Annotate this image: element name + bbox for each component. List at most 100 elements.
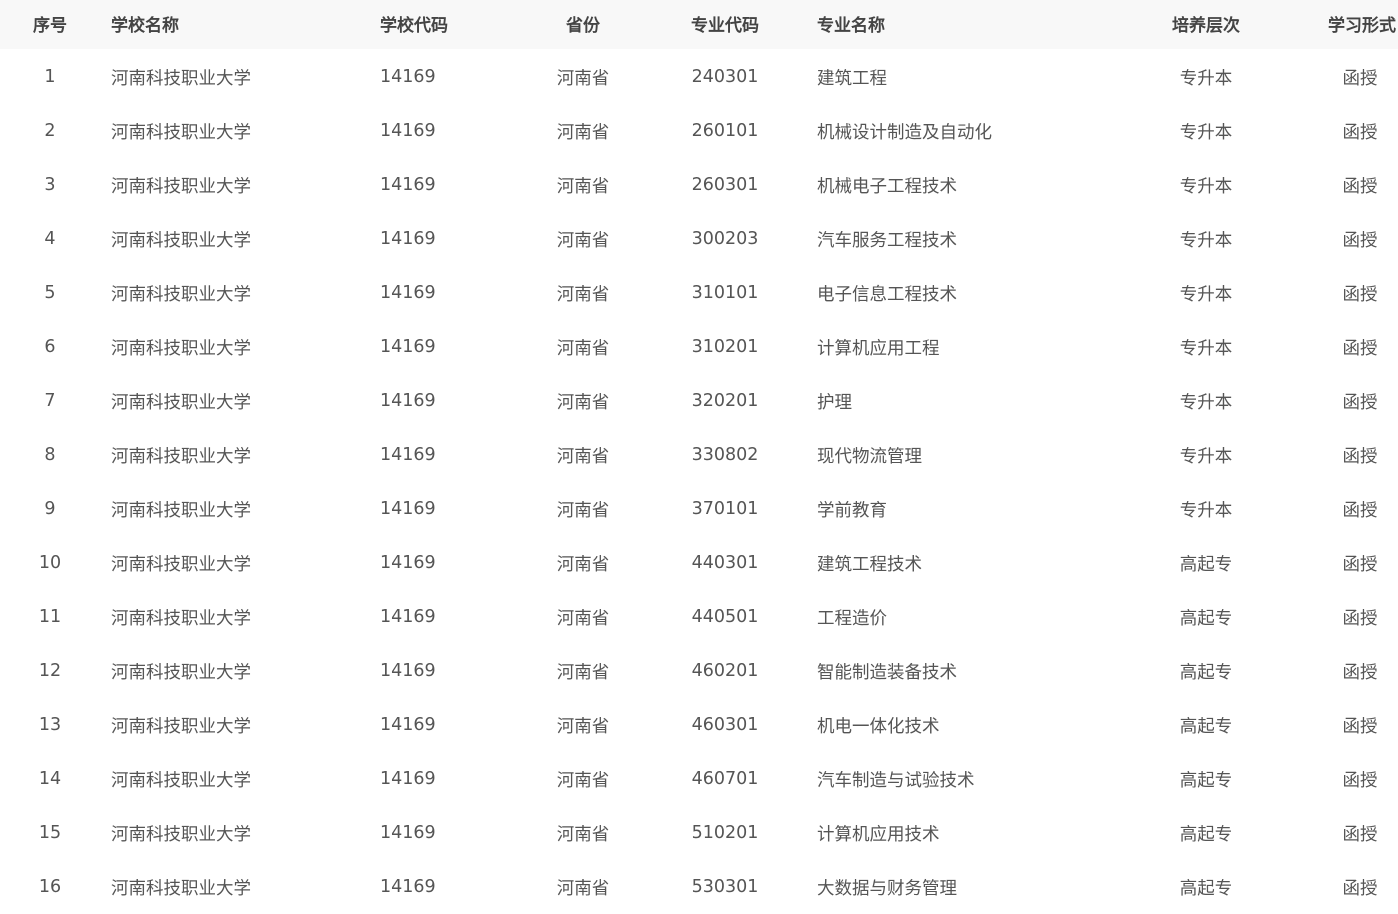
cell-level: 高起专: [1179, 824, 1233, 845]
cell-school-name: 河南科技职业大学: [111, 392, 251, 413]
cell-school-code: 14169: [380, 823, 436, 843]
cell-study-form: 函授: [1342, 824, 1378, 845]
cell-major-code: 310201: [691, 337, 759, 357]
table-row: 3 河南科技职业大学 14169 河南省 260301 机械电子工程技术 专升本 函授: [0, 158, 1398, 212]
table-row: 11 河南科技职业大学 14169 河南省 440501 工程造价 高起专 函授: [0, 590, 1398, 644]
cell-study-form: 函授: [1342, 176, 1378, 197]
cell-school-name: 河南科技职业大学: [111, 230, 251, 251]
cell-study-form: 函授: [1342, 608, 1378, 629]
cell-major-code: 330802: [691, 445, 759, 465]
cell-major-code: 530301: [691, 877, 759, 897]
header-major-code: 专业代码: [691, 16, 759, 36]
cell-index: 2: [44, 121, 56, 141]
cell-school-code: 14169: [380, 391, 436, 411]
cell-level: 高起专: [1179, 554, 1233, 575]
cell-major-code: 310101: [691, 283, 759, 303]
cell-school-code: 14169: [380, 121, 436, 141]
cell-province: 河南省: [556, 554, 610, 575]
cell-major-code: 460701: [691, 769, 759, 789]
cell-level: 高起专: [1179, 716, 1233, 737]
cell-school-code: 14169: [380, 715, 436, 735]
cell-study-form: 函授: [1342, 662, 1378, 683]
cell-study-form: 函授: [1342, 122, 1378, 143]
cell-school-code: 14169: [380, 67, 436, 87]
cell-province: 河南省: [556, 716, 610, 737]
cell-major-name: 学前教育: [817, 500, 887, 521]
cell-level: 专升本: [1179, 68, 1233, 89]
cell-study-form: 函授: [1342, 392, 1378, 413]
header-level: 培养层次: [1172, 16, 1240, 36]
cell-level: 专升本: [1179, 284, 1233, 305]
cell-major-name: 工程造价: [817, 608, 887, 629]
cell-school-name: 河南科技职业大学: [111, 662, 251, 683]
cell-major-name: 机电一体化技术: [817, 716, 940, 737]
cell-study-form: 函授: [1342, 770, 1378, 791]
cell-index: 7: [44, 391, 56, 411]
table-row: 5 河南科技职业大学 14169 河南省 310101 电子信息工程技术 专升本 函授: [0, 266, 1398, 320]
cell-study-form: 函授: [1342, 284, 1378, 305]
cell-school-name: 河南科技职业大学: [111, 68, 251, 89]
cell-major-name: 护理: [817, 392, 852, 413]
cell-school-name: 河南科技职业大学: [111, 446, 251, 467]
cell-level: 专升本: [1179, 176, 1233, 197]
header-school-name: 学校名称: [111, 16, 179, 36]
cell-major-code: 460201: [691, 661, 759, 681]
table-body: 1 河南科技职业大学 14169 河南省 240301 建筑工程 专升本 函授 2 河南科技职业大…: [0, 49, 1398, 914]
cell-major-code: 300203: [691, 229, 759, 249]
table-row: 4 河南科技职业大学 14169 河南省 300203 汽车服务工程技术 专升本 函授: [0, 212, 1398, 266]
cell-school-name: 河南科技职业大学: [111, 500, 251, 521]
cell-school-name: 河南科技职业大学: [111, 176, 251, 197]
cell-school-name: 河南科技职业大学: [111, 554, 251, 575]
cell-major-code: 260101: [691, 121, 759, 141]
cell-major-code: 320201: [691, 391, 759, 411]
cell-major-name: 计算机应用工程: [817, 338, 940, 359]
cell-school-code: 14169: [380, 877, 436, 897]
cell-major-name: 建筑工程技术: [817, 554, 922, 575]
cell-major-code: 510201: [691, 823, 759, 843]
cell-major-code: 370101: [691, 499, 759, 519]
cell-index: 8: [44, 445, 56, 465]
cell-school-code: 14169: [380, 175, 436, 195]
cell-province: 河南省: [556, 284, 610, 305]
cell-index: 3: [44, 175, 56, 195]
cell-province: 河南省: [556, 662, 610, 683]
cell-study-form: 函授: [1342, 500, 1378, 521]
cell-major-code: 440301: [691, 553, 759, 573]
cell-index: 15: [38, 823, 62, 843]
cell-school-code: 14169: [380, 499, 436, 519]
cell-province: 河南省: [556, 176, 610, 197]
cell-school-code: 14169: [380, 283, 436, 303]
cell-index: 13: [38, 715, 62, 735]
cell-major-name: 建筑工程: [817, 68, 887, 89]
header-province: 省份: [566, 16, 600, 36]
table-row: 12 河南科技职业大学 14169 河南省 460201 智能制造装备技术 高起专 函授: [0, 644, 1398, 698]
cell-level: 专升本: [1179, 230, 1233, 251]
cell-level: 高起专: [1179, 662, 1233, 683]
cell-index: 5: [44, 283, 56, 303]
table-row: 9 河南科技职业大学 14169 河南省 370101 学前教育 专升本 函授: [0, 482, 1398, 536]
cell-study-form: 函授: [1342, 68, 1378, 89]
cell-school-code: 14169: [380, 229, 436, 249]
header-major-name: 专业名称: [817, 16, 885, 36]
cell-school-name: 河南科技职业大学: [111, 824, 251, 845]
majors-table: 序号 学校名称 学校代码 省份 专业代码 专业名称 培养层次 学习形式 1 河南科…: [0, 0, 1398, 914]
cell-level: 专升本: [1179, 500, 1233, 521]
cell-study-form: 函授: [1342, 446, 1378, 467]
cell-major-name: 汽车制造与试验技术: [817, 770, 975, 791]
cell-school-name: 河南科技职业大学: [111, 338, 251, 359]
cell-school-name: 河南科技职业大学: [111, 770, 251, 791]
header-school-code: 学校代码: [380, 16, 448, 36]
cell-study-form: 函授: [1342, 878, 1378, 899]
cell-study-form: 函授: [1342, 230, 1378, 251]
cell-level: 高起专: [1179, 608, 1233, 629]
cell-province: 河南省: [556, 500, 610, 521]
table-row: 8 河南科技职业大学 14169 河南省 330802 现代物流管理 专升本 函授: [0, 428, 1398, 482]
cell-school-name: 河南科技职业大学: [111, 716, 251, 737]
cell-school-code: 14169: [380, 445, 436, 465]
header-study-form: 学习形式: [1328, 16, 1396, 36]
cell-major-name: 大数据与财务管理: [817, 878, 957, 899]
cell-study-form: 函授: [1342, 716, 1378, 737]
cell-major-name: 智能制造装备技术: [817, 662, 957, 683]
cell-index: 6: [44, 337, 56, 357]
table-row: 7 河南科技职业大学 14169 河南省 320201 护理 专升本 函授: [0, 374, 1398, 428]
